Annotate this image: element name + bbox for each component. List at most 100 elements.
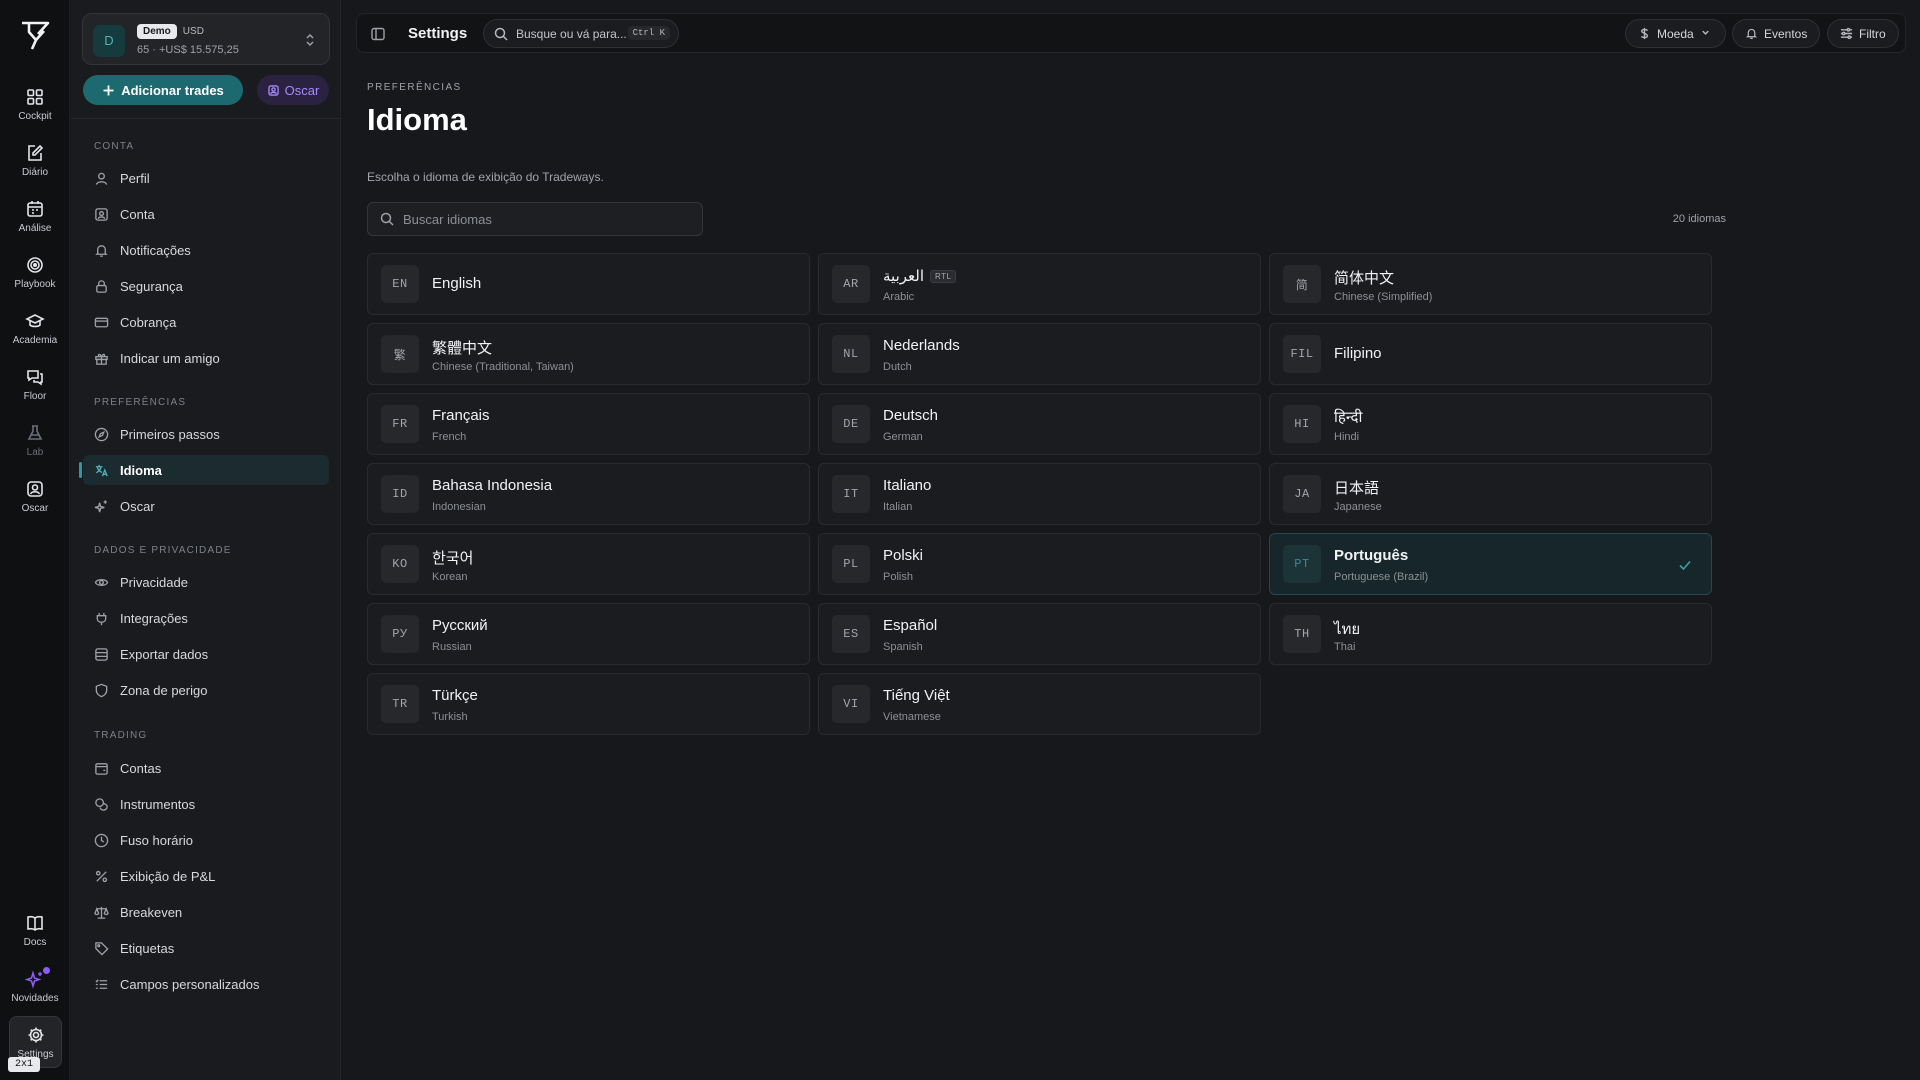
language-code: HI (1283, 405, 1321, 443)
sliders-icon (1840, 27, 1853, 40)
sidebar-item-campos[interactable]: Campos personalizados (83, 969, 329, 999)
language-option[interactable]: ID Bahasa Indonesia Indonesian (367, 463, 810, 525)
language-option[interactable]: 简简体中文 Chinese (Simplified) (1269, 253, 1712, 315)
section-conta: CONTA (94, 141, 135, 152)
sidebar-toggle-icon[interactable] (367, 23, 389, 45)
sidebar-item-label: Integrações (120, 610, 188, 626)
language-code: KO (381, 545, 419, 583)
sidebar-item-privacidade[interactable]: Privacidade (83, 567, 329, 597)
language-english-name: Korean (432, 571, 468, 583)
rail-analise[interactable]: Análise (0, 189, 70, 243)
language-code: FR (381, 405, 419, 443)
rail-diario[interactable]: Diário (0, 133, 70, 187)
language-option[interactable]: TH ไทย Thai (1269, 603, 1712, 665)
language-native-name: 한국어 (432, 550, 474, 567)
language-native-name: Português (1334, 547, 1409, 564)
sidebar-item-notificacoes[interactable]: Notificações (83, 235, 329, 265)
language-code: РУ (381, 615, 419, 653)
sidebar-item-seguranca[interactable]: Segurança (83, 271, 329, 301)
bell-icon (94, 243, 109, 258)
rail-playbook[interactable]: Playbook (0, 245, 70, 299)
account-switcher[interactable]: D Demo USD 65 · +US$ 15.575,25 (82, 13, 330, 65)
sidebar-item-label: Notificações (120, 242, 191, 258)
language-native-name: Русский (432, 617, 488, 634)
sidebar-item-indicar[interactable]: Indicar um amigo (83, 343, 329, 373)
global-search[interactable]: Busque ou vá para... Ctrl K (483, 19, 679, 48)
language-english-name: Chinese (Simplified) (1334, 291, 1433, 303)
sidebar-item-label: Indicar um amigo (120, 350, 220, 366)
add-trades-button[interactable]: Adicionar trades (83, 75, 243, 105)
language-code: TR (381, 685, 419, 723)
language-option[interactable]: NL Nederlands Dutch (818, 323, 1261, 385)
avatar: D (93, 25, 125, 57)
sidebar-item-primeiros-passos[interactable]: Primeiros passos (83, 419, 329, 449)
chat-icon (25, 367, 45, 387)
graduation-cap-icon (25, 311, 45, 331)
sidebar-item-zona-perigo[interactable]: Zona de perigo (83, 675, 329, 705)
language-english-name: Italian (883, 501, 913, 513)
rail-floor[interactable]: Floor (0, 357, 70, 411)
sidebar-item-idioma[interactable]: Idioma (79, 455, 329, 485)
language-search[interactable] (367, 202, 703, 236)
language-option[interactable]: TR Türkçe Turkish (367, 673, 810, 735)
events-button[interactable]: Eventos (1732, 19, 1821, 48)
sidebar-item-exibicao-pl[interactable]: Exibição de P&L (83, 861, 329, 891)
sidebar-item-label: Primeiros passos (120, 426, 220, 442)
eye-icon (94, 575, 109, 590)
sidebar-item-label: Campos personalizados (120, 976, 260, 992)
rail-cockpit[interactable]: Cockpit (0, 77, 70, 131)
chevron-down-icon (1700, 27, 1713, 40)
language-option[interactable]: FIL Filipino (1269, 323, 1712, 385)
rail-lab[interactable]: Lab (0, 413, 70, 467)
language-option[interactable]: VI Tiếng Việt Vietnamese (818, 673, 1261, 735)
scale-icon (94, 905, 109, 920)
rail-novidades[interactable]: Novidades (0, 959, 70, 1013)
currency-button[interactable]: Moeda (1625, 19, 1726, 48)
sidebar-item-breakeven[interactable]: Breakeven (83, 897, 329, 927)
language-option[interactable]: PL Polski Polish (818, 533, 1261, 595)
sidebar-item-perfil[interactable]: Perfil (83, 163, 329, 193)
sidebar-item-oscar[interactable]: Oscar (83, 491, 329, 521)
sidebar-item-label: Fuso horário (120, 832, 193, 848)
language-option[interactable]: AR العربية RTL Arabic (818, 253, 1261, 315)
search-shortcut: Ctrl K (627, 26, 670, 40)
language-option[interactable]: PT Português Portuguese (Brazil) (1269, 533, 1712, 595)
language-option[interactable]: EN English (367, 253, 810, 315)
language-option[interactable]: FR Français French (367, 393, 810, 455)
account-summary: 65 · +US$ 15.575,25 (137, 44, 239, 56)
language-option[interactable]: HI हिन्दी Hindi (1269, 393, 1712, 455)
demo-badge: Demo (137, 24, 177, 39)
language-english-name: French (432, 431, 467, 443)
rail-label: Novidades (11, 992, 59, 1004)
tradeways-logo-icon[interactable] (18, 18, 52, 52)
language-option[interactable]: IT Italiano Italian (818, 463, 1261, 525)
sidebar-item-contas[interactable]: Contas (83, 753, 329, 783)
sidebar-item-conta[interactable]: Conta (83, 199, 329, 229)
sidebar-item-etiquetas[interactable]: Etiquetas (83, 933, 329, 963)
language-option[interactable]: 繁繁體中文 Chinese (Traditional, Taiwan) (367, 323, 810, 385)
language-option[interactable]: JA 日本語 Japanese (1269, 463, 1712, 525)
language-code: TH (1283, 615, 1321, 653)
sidebar-item-label: Exportar dados (120, 646, 209, 662)
language-native-name: ไทย (1334, 621, 1361, 638)
filter-button[interactable]: Filtro (1827, 19, 1899, 48)
sidebar-item-cobranca[interactable]: Cobrança (83, 307, 329, 337)
credit-card-icon (94, 315, 109, 330)
page-title: Idioma (367, 102, 467, 137)
language-code: ES (832, 615, 870, 653)
sidebar-item-exportar[interactable]: Exportar dados (83, 639, 329, 669)
book-icon (25, 913, 45, 933)
sidebar-item-instrumentos[interactable]: Instrumentos (83, 789, 329, 819)
rail-academia[interactable]: Academia (0, 301, 70, 355)
language-option[interactable]: DE Deutsch German (818, 393, 1261, 455)
language-option[interactable]: РУ Русский Russian (367, 603, 810, 665)
rail-docs[interactable]: Docs (0, 903, 70, 957)
language-search-input[interactable] (403, 211, 693, 227)
language-option[interactable]: ES Español Spanish (818, 603, 1261, 665)
oscar-button[interactable]: Oscar (257, 75, 329, 105)
sidebar-item-fuso-horario[interactable]: Fuso horário (83, 825, 329, 855)
language-option[interactable]: KO 한국어 Korean (367, 533, 810, 595)
sidebar-item-integracoes[interactable]: Integrações (83, 603, 329, 633)
rail-oscar[interactable]: Oscar (0, 469, 70, 523)
coins-icon (94, 797, 109, 812)
